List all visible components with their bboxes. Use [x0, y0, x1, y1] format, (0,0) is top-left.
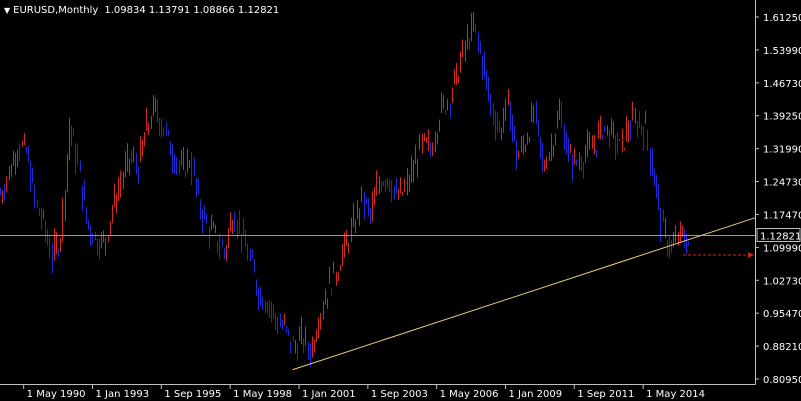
price-tick-label: 1.61250 [763, 13, 801, 24]
current-price-label: 1.12821 [756, 228, 801, 243]
price-tick-label: 1.02730 [763, 276, 801, 287]
price-tick-label: 1.09990 [763, 243, 801, 254]
arrow-head [748, 252, 754, 258]
triangle-down-icon[interactable]: ▼ [4, 6, 10, 15]
symbol-timeframe: EURUSD,Monthly [13, 4, 99, 16]
price-tick-label: 1.39250 [763, 112, 801, 123]
time-tick-label: 1 May 2014 [646, 389, 705, 400]
price-tick-label: 0.88210 [763, 342, 801, 353]
price-tick-label: 0.80950 [763, 375, 801, 386]
price-chart[interactable]: 1.61250 1.53990 1.46730 1.39250 1.31990 1.247… [0, 0, 801, 401]
trendline[interactable] [292, 217, 756, 371]
time-tick-label: 1 Jan 1993 [95, 389, 149, 400]
time-tick-label: 1 Jan 2001 [302, 389, 356, 400]
time-tick-label: 1 May 1990 [27, 389, 86, 400]
current-price-label-text: 1.12821 [760, 232, 801, 243]
price-tick-label: 1.53990 [763, 46, 801, 57]
price-bars [0, 11, 689, 368]
price-tick-label: 1.17470 [763, 210, 801, 221]
price-tick-label: 1.31990 [763, 145, 801, 156]
time-axis[interactable]: 1 May 1990 1 Jan 1993 1 Sep 1995 1 May 1998… [23, 384, 705, 400]
price-axis[interactable]: 1.61250 1.53990 1.46730 1.39250 1.31990 1.247… [755, 13, 801, 386]
time-tick-label: 1 Jan 2009 [508, 389, 562, 400]
ohlc-values: 1.09834 1.13791 1.08866 1.12821 [104, 4, 280, 16]
time-tick-label: 1 Sep 2011 [577, 389, 634, 400]
time-tick-label: 1 May 1998 [233, 389, 292, 400]
chart-header: ▼ EURUSD,Monthly 1.09834 1.13791 1.08866… [4, 3, 279, 17]
price-tick-label: 0.95470 [763, 309, 801, 320]
dashed-arrow-right-icon [683, 252, 754, 258]
price-tick-label: 1.24730 [763, 178, 801, 189]
time-tick-label: 1 Sep 1995 [164, 389, 221, 400]
time-tick-label: 1 Sep 2003 [371, 389, 428, 400]
time-tick-label: 1 May 2006 [440, 389, 499, 400]
chart-area[interactable]: 1.61250 1.53990 1.46730 1.39250 1.31990 1.247… [0, 0, 801, 401]
price-tick-label: 1.46730 [763, 79, 801, 90]
